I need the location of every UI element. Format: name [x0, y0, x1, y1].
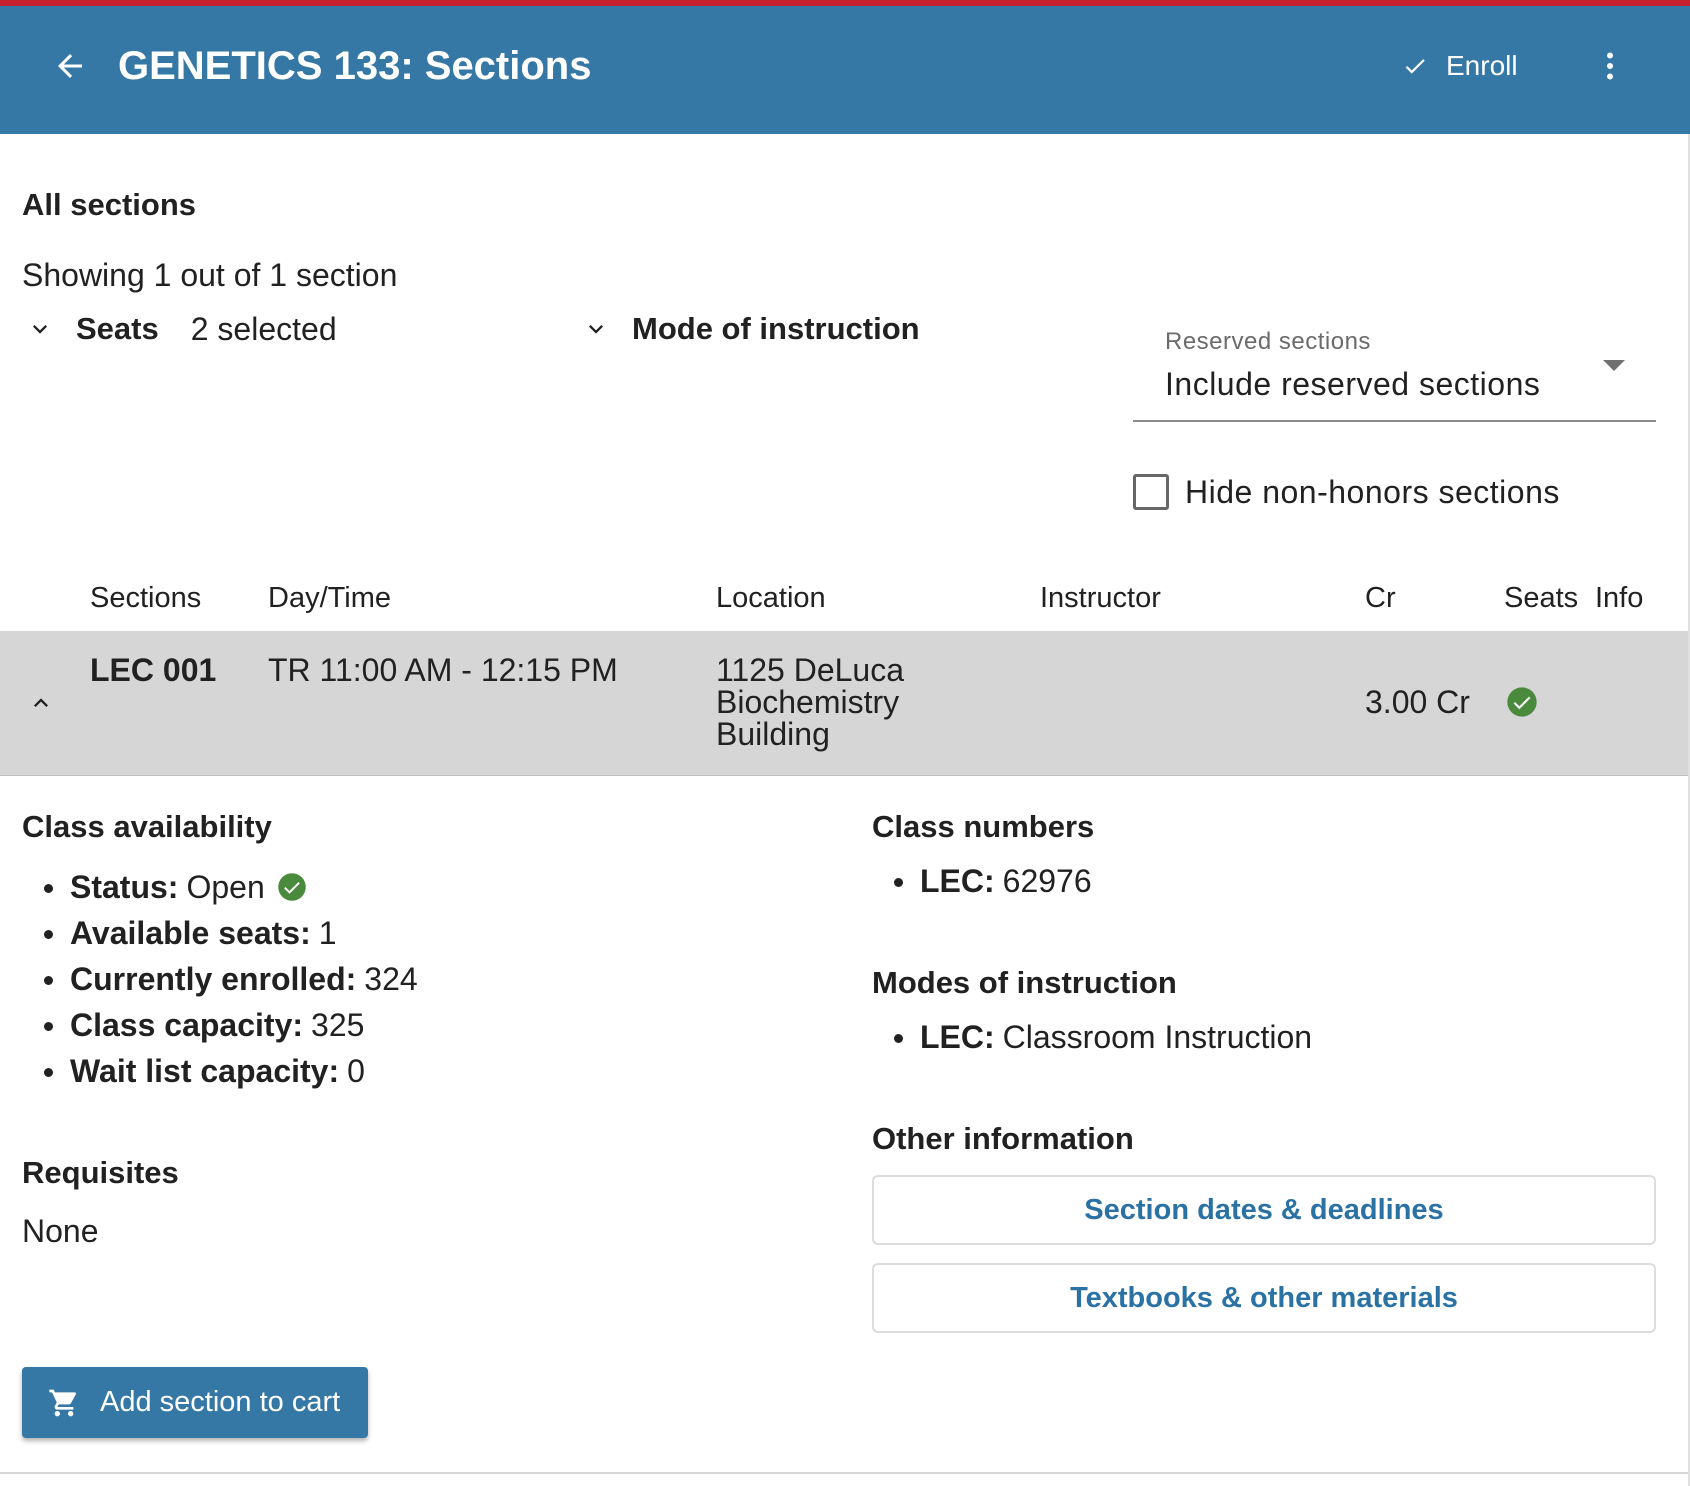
seats-filter-value: 2 selected — [190, 310, 337, 347]
shopping-cart-icon — [48, 1387, 80, 1419]
availability-status-label: Status: — [70, 869, 179, 905]
requisites-heading: Requisites — [22, 1155, 179, 1190]
seats-filter-label: Seats — [76, 311, 159, 346]
list-item: Available seats: 1 — [22, 910, 418, 956]
divider — [0, 1472, 1690, 1474]
class-numbers-heading: Class numbers — [872, 809, 1095, 844]
mode-value: Classroom Instruction — [1002, 1019, 1313, 1055]
chevron-down-icon — [582, 315, 610, 343]
class-number-value: 62976 — [1002, 863, 1092, 899]
section-location-line-2: Biochemistry — [716, 684, 900, 720]
reserved-sections-label: Reserved sections — [1165, 328, 1371, 355]
arrow-left-icon — [58, 54, 82, 78]
check-circle-icon — [277, 873, 306, 901]
enroll-button[interactable]: Enroll — [1402, 42, 1518, 90]
all-sections-heading: All sections — [22, 187, 196, 222]
modes-of-instruction-heading: Modes of instruction — [872, 965, 1177, 1000]
section-dates-deadlines-button[interactable]: Section dates & deadlines — [872, 1175, 1656, 1245]
section-location-line-3: Building — [716, 716, 830, 752]
list-item: Status: Open — [22, 864, 418, 910]
chevron-up-icon — [34, 698, 48, 707]
more-vertical-icon — [1607, 52, 1613, 80]
section-day-time: TR 11:00 AM - 12:15 PM — [268, 652, 618, 688]
list-item: LEC: Classroom Instruction — [872, 1014, 1312, 1060]
class-number-label: LEC: — [920, 863, 995, 899]
chevron-down-icon — [26, 315, 54, 343]
enroll-label: Enroll — [1446, 50, 1518, 81]
section-credits: 3.00 Cr — [1365, 684, 1470, 720]
column-header-instructor: Instructor — [1040, 582, 1161, 614]
modes-of-instruction-list: LEC: Classroom Instruction — [872, 1014, 1312, 1060]
textbooks-materials-button[interactable]: Textbooks & other materials — [872, 1263, 1656, 1333]
page-title: GENETICS 133: Sections — [118, 44, 592, 88]
wait-list-capacity-value: 0 — [347, 1053, 365, 1089]
class-numbers-list: LEC: 62976 — [872, 858, 1092, 904]
reserved-sections-select[interactable]: Reserved sections Include reserved secti… — [1133, 320, 1656, 422]
mode-label: LEC: — [920, 1019, 995, 1055]
column-header-day-time: Day/Time — [268, 582, 391, 614]
list-item: Currently enrolled: 324 — [22, 956, 418, 1002]
class-availability-heading: Class availability — [22, 809, 272, 844]
column-header-seats: Seats — [1504, 582, 1579, 614]
availability-status-value: Open — [186, 869, 265, 905]
column-header-info: Info — [1595, 582, 1644, 614]
add-section-to-cart-button[interactable]: Add section to cart — [22, 1367, 368, 1438]
hide-non-honors-label[interactable]: Hide non-honors sections — [1185, 472, 1560, 512]
back-button[interactable] — [46, 42, 94, 90]
other-information-heading: Other information — [872, 1121, 1134, 1156]
collapse-row-button[interactable] — [24, 686, 58, 720]
wait-list-capacity-label: Wait list capacity: — [70, 1053, 340, 1089]
class-availability-list: Status: Open Available seats: 1 Currentl… — [22, 864, 418, 1094]
list-item: LEC: 62976 — [872, 858, 1092, 904]
check-icon — [1405, 59, 1425, 74]
requisites-value: None — [22, 1213, 99, 1249]
currently-enrolled-label: Currently enrolled: — [70, 961, 357, 997]
class-capacity-label: Class capacity: — [70, 1007, 304, 1043]
dropdown-arrow-icon — [1603, 360, 1625, 371]
mode-filter-label: Mode of instruction — [632, 311, 920, 346]
currently-enrolled-value: 324 — [364, 961, 418, 997]
add-to-cart-label: Add section to cart — [100, 1386, 341, 1418]
reserved-sections-value: Include reserved sections — [1165, 366, 1541, 402]
seats-filter[interactable]: Seats 2 selected — [26, 310, 337, 348]
section-name: LEC 001 — [90, 652, 217, 688]
available-seats-label: Available seats: — [70, 915, 311, 951]
section-location-line-1: 1125 DeLuca — [716, 652, 904, 688]
mode-of-instruction-filter[interactable]: Mode of instruction — [582, 310, 920, 348]
list-item: Wait list capacity: 0 — [22, 1048, 418, 1094]
column-header-sections: Sections — [90, 582, 202, 614]
hide-non-honors-checkbox[interactable] — [1133, 474, 1169, 510]
available-seats-value: 1 — [318, 915, 337, 951]
more-options-button[interactable] — [1586, 42, 1634, 90]
results-count: Showing 1 out of 1 section — [22, 257, 398, 293]
column-header-credits: Cr — [1365, 582, 1396, 614]
class-capacity-value: 325 — [311, 1007, 365, 1043]
seats-open-icon — [1506, 686, 1538, 723]
column-header-location: Location — [716, 582, 826, 614]
list-item: Class capacity: 325 — [22, 1002, 418, 1048]
